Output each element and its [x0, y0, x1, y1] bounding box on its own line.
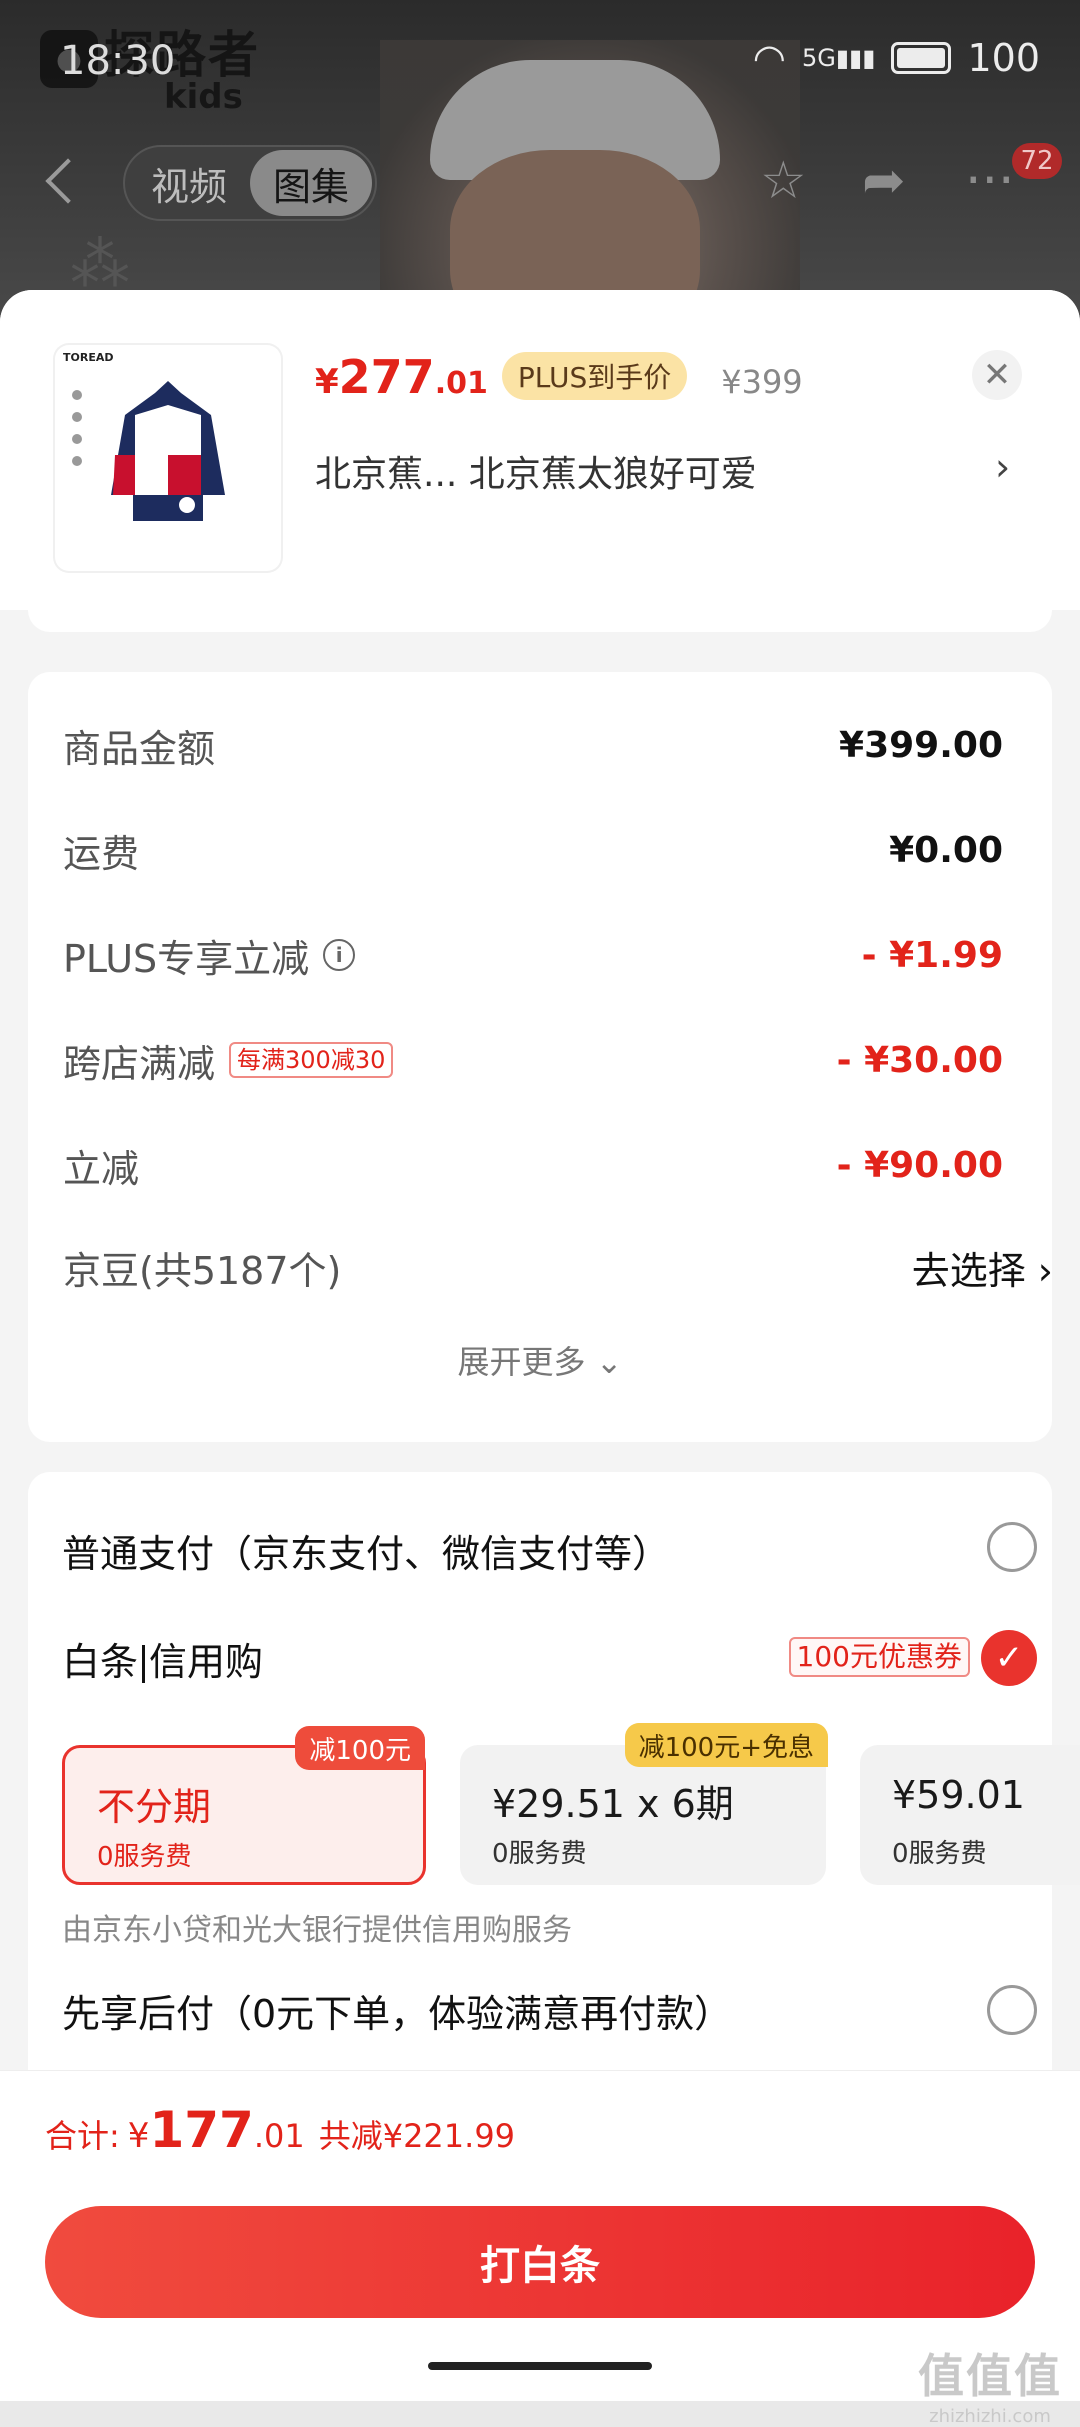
plan-fee: 0服务费 [892, 1839, 987, 1869]
amount-label: 运费 [63, 831, 140, 876]
card-edge [28, 590, 1052, 632]
chevron-right-icon[interactable]: › [995, 445, 1010, 489]
jingdou-select[interactable]: 去选择 › [912, 1240, 1053, 1295]
brand-name-en: kids [164, 77, 243, 117]
info-icon[interactable]: i [323, 939, 356, 971]
payment-label: 普通支付（京东支付、微信支付等） [62, 1531, 671, 1576]
battery-icon [891, 42, 952, 74]
back-icon[interactable] [45, 158, 91, 204]
thumb-brand: TOREAD [63, 351, 114, 364]
chevron-down-icon: ⌄ [595, 1343, 623, 1381]
feature-icons [72, 390, 82, 466]
background-product-page: ● 探路者 kids 18:30 ◠ 5G▮▮▮ 100 视频 图集 ☆ ➦ ·… [0, 0, 1080, 330]
plan-fee: 0服务费 [492, 1839, 587, 1869]
plan-title: ¥29.51 x 6期 [492, 1782, 734, 1826]
plan-badge: 减100元+免息 [624, 1723, 828, 1767]
plus-price: ¥277.01 [315, 350, 488, 404]
payment-label: 白条 信用购 [62, 1639, 264, 1684]
pay-baitiao-button[interactable]: 打白条 [45, 2206, 1035, 2318]
plan-6-installments[interactable]: 减100元+免息 ¥29.51 x 6期 0服务费 [460, 1723, 828, 1885]
plus-price-tag: PLUS到手价 [501, 352, 688, 400]
status-time: 18:30 [60, 38, 176, 84]
amount-value: - ¥30.00 [836, 1039, 1003, 1081]
amount-value: - ¥90.00 [836, 1144, 1003, 1186]
top-nav: 视频 图集 ☆ ➦ ··· 72 [0, 143, 1080, 225]
chevron-right-icon: › [1037, 1248, 1053, 1293]
total-row: 合计: ¥ 177 .01 共减¥221.99 [45, 2101, 515, 2159]
plan-title: 不分期 [97, 1785, 212, 1829]
check-icon[interactable]: ✓ [981, 1630, 1037, 1686]
payment-option-normal[interactable]: 普通支付（京东支付、微信支付等） [62, 1510, 1052, 1590]
spec-selector[interactable]: 北京蕉... 北京蕉太狼好可爱 [315, 445, 1035, 497]
battery-level: 100 [967, 36, 1040, 80]
amount-row: 运费 ¥0.00 [63, 815, 1003, 885]
amount-label: PLUS专享立减 i [63, 928, 356, 983]
amount-card: 商品金额 ¥399.00 运费 ¥0.00 PLUS专享立减 i - ¥1.99 … [28, 672, 1053, 1442]
wifi-icon: ◠ [752, 36, 786, 80]
amount-label: 京豆(共5187个) [63, 1248, 342, 1293]
credit-provider-note: 由京东小贷和光大银行提供信用购服务 [62, 1913, 572, 1948]
amount-row: 跨店满减 每满300减30 - ¥30.00 [63, 1025, 1003, 1095]
home-indicator[interactable] [428, 2362, 652, 2370]
payment-option-pay-later[interactable]: 先享后付（0元下单，体验满意再付款） [62, 1970, 1052, 2050]
amount-value: ¥399.00 [839, 724, 1003, 766]
product-thumbnail[interactable]: TOREAD [55, 345, 281, 571]
total-savings: 共减¥221.99 [318, 2117, 516, 2155]
amount-row: 立减 - ¥90.00 [63, 1130, 1003, 1200]
amount-label: 立减 [63, 1146, 140, 1191]
message-badge: 72 [1012, 143, 1062, 179]
jacket-image [72, 381, 225, 521]
tab-video[interactable]: 视频 [128, 150, 250, 216]
plan-badge: 减100元 [295, 1726, 425, 1770]
star-icon[interactable]: ☆ [760, 155, 807, 207]
payment-label: 先享后付（0元下单，体验满意再付款） [62, 1991, 733, 2036]
media-tabs: 视频 图集 [123, 145, 377, 221]
close-button[interactable]: ✕ [972, 350, 1022, 400]
plan-title: ¥59.01 [892, 1773, 1025, 1817]
coupon-tag[interactable]: 100元优惠券 [788, 1637, 970, 1677]
plan-more-installments[interactable]: ¥59.01 0服务费 [860, 1745, 1080, 1885]
more-icon[interactable]: ··· [965, 155, 1015, 207]
expand-more-button[interactable]: 展开更多 ⌄ [28, 1337, 1052, 1383]
amount-row: 商品金额 ¥399.00 [63, 710, 1003, 780]
watermark: 值值值 zhizhizhi.com [918, 2349, 1062, 2427]
amount-value: - ¥1.99 [861, 934, 1003, 976]
amount-label: 跨店满减 每满300减30 [63, 1033, 394, 1088]
total-label: 合计: [45, 2117, 120, 2155]
promo-tag: 每满300减30 [229, 1042, 394, 1078]
plan-no-installment[interactable]: 减100元 不分期 0服务费 [62, 1726, 426, 1885]
tab-gallery[interactable]: 图集 [250, 150, 372, 216]
original-price: ¥399 [721, 363, 803, 401]
total-symbol: ¥ [127, 2116, 150, 2156]
share-icon[interactable]: ➦ [862, 155, 906, 207]
plan-fee: 0服务费 [97, 1842, 192, 1872]
signal-icon: 5G▮▮▮ [801, 44, 876, 72]
price-row: ¥277.01 PLUS到手价 ¥399 [315, 350, 803, 406]
radio-pay-later[interactable] [987, 1985, 1037, 2035]
status-icons: ◠ 5G▮▮▮ 100 [753, 36, 1040, 80]
total-decimal: .01 [253, 2117, 305, 2155]
product-header: TOREAD ¥277.01 PLUS到手价 ¥399 ✕ 北京蕉... 北京蕉… [0, 290, 1080, 610]
close-icon: ✕ [982, 355, 1012, 395]
amount-row: PLUS专享立减 i - ¥1.99 [63, 920, 1003, 990]
amount-value: ¥0.00 [889, 829, 1003, 871]
amount-label: 商品金额 [63, 726, 216, 771]
radio-normal[interactable] [987, 1522, 1037, 1572]
jingdou-row[interactable]: 京豆(共5187个) 去选择 › [63, 1232, 1053, 1302]
total-amount: 177 [149, 2101, 254, 2159]
